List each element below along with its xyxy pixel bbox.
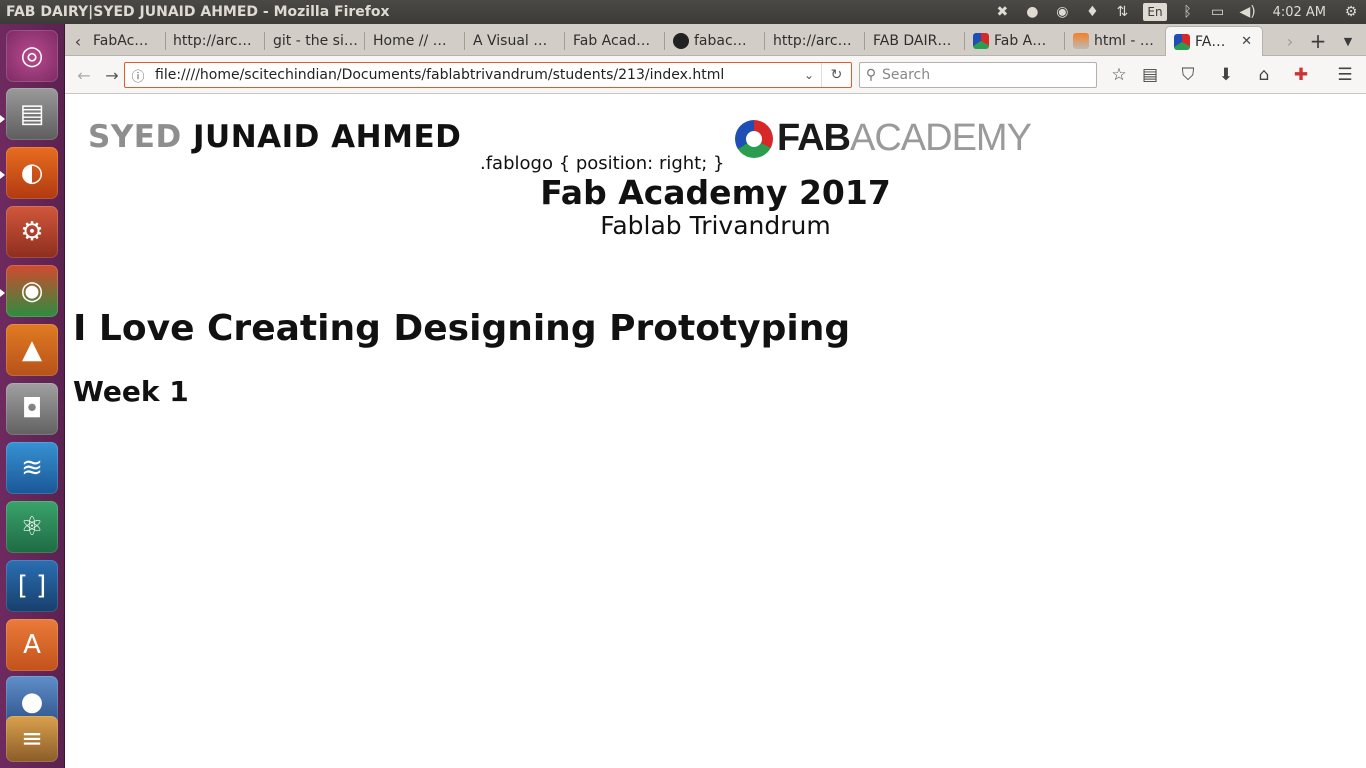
site-info-icon[interactable]: ⓘ xyxy=(125,66,151,85)
tab-label: html - … xyxy=(1094,33,1154,49)
tab-10[interactable]: Fab A… xyxy=(965,26,1063,56)
tab-strip: ‹ FabAc… http://arc… git - the si… Home … xyxy=(65,24,1366,56)
pocket-icon[interactable]: ⛉ xyxy=(1174,62,1202,88)
dropbox-icon[interactable]: ✖ xyxy=(987,0,1017,24)
atom-icon[interactable]: ⚛ xyxy=(6,501,58,553)
files-icon[interactable]: ▤ xyxy=(6,88,58,140)
tab-3[interactable]: git - the si… xyxy=(265,26,363,56)
launcher: ◎ ▤ ◐ ⚙ ◉ ▲ ◘ ≋ ⚛ [ ] A ● ≡ xyxy=(0,24,65,768)
chrome-icon[interactable]: ◉ xyxy=(6,265,58,317)
tab-list-icon[interactable]: ▼ xyxy=(1335,26,1361,56)
downloads-icon[interactable]: ⬇ xyxy=(1212,62,1240,88)
tab-5[interactable]: A Visual … xyxy=(465,26,563,56)
page-content: SYED JUNAID AHMED FAB ACADEMY .fablogo {… xyxy=(65,95,1366,768)
tab-label: FabAc… xyxy=(93,33,149,49)
tabs-scroll-right-icon[interactable]: › xyxy=(1277,26,1303,56)
back-icon[interactable]: ← xyxy=(71,62,97,88)
tab-12-active[interactable]: FA… ✕ xyxy=(1165,26,1263,56)
bluetooth-icon[interactable]: ᛒ xyxy=(1173,0,1203,24)
tab-8[interactable]: http://arc… xyxy=(765,26,863,56)
brackets-icon[interactable]: [ ] xyxy=(6,560,58,612)
stackoverflow-icon xyxy=(1073,33,1089,49)
tab-label: http://arc… xyxy=(773,33,852,49)
logo-fab-text: FAB xyxy=(777,117,851,159)
settings-icon[interactable]: ⚙ xyxy=(1336,0,1366,24)
logo-academy-text: ACADEMY xyxy=(850,117,1032,159)
software-center-icon[interactable]: A xyxy=(6,619,58,671)
tab-4[interactable]: Home // … xyxy=(365,26,463,56)
menu-icon[interactable]: ☰ xyxy=(1331,62,1359,88)
academy-heading: Fab Academy 2017 xyxy=(540,173,891,212)
tab-label: Fab A… xyxy=(994,33,1047,49)
volume-icon[interactable]: ◀) xyxy=(1233,0,1263,24)
tab-label: Home // … xyxy=(373,33,447,49)
lab-heading: Fablab Trivandrum xyxy=(600,211,831,240)
tab-label: A Visual … xyxy=(473,33,548,49)
new-tab-icon[interactable]: + xyxy=(1305,26,1331,56)
fab-academy-emblem-icon xyxy=(735,119,773,158)
bookmark-star-icon[interactable]: ☆ xyxy=(1105,62,1133,88)
tab-label: Fab Acad… xyxy=(573,33,651,49)
navigation-bar: ← → ⓘ file:////home/scitechindian/Docume… xyxy=(65,56,1366,94)
name-first: SYED xyxy=(88,119,182,155)
tab-label: git - the si… xyxy=(273,33,358,49)
network-icon[interactable]: ⇅ xyxy=(1107,0,1137,24)
search-placeholder: Search xyxy=(882,67,931,83)
reader-list-icon[interactable]: ▤ xyxy=(1136,62,1164,88)
fab-academy-logo: FAB ACADEMY xyxy=(735,117,1032,160)
name-last: JUNAID AHMED xyxy=(192,119,462,155)
keyboard-layout-indicator[interactable]: En xyxy=(1143,3,1167,21)
vlc-icon[interactable]: ▲ xyxy=(6,324,58,376)
drop-icon[interactable]: ● xyxy=(1017,0,1047,24)
tab-2[interactable]: http://arc… xyxy=(165,26,263,56)
camera-icon[interactable]: ◘ xyxy=(6,383,58,435)
tagline-heading: I Love Creating Designing Prototyping xyxy=(73,308,851,349)
github-icon xyxy=(673,33,689,49)
reload-icon[interactable]: ↻ xyxy=(821,63,851,87)
page-name-heading: SYED JUNAID AHMED xyxy=(88,119,461,155)
tab-label: http://arc… xyxy=(173,33,252,49)
system-settings-icon[interactable]: ⚙ xyxy=(6,206,58,258)
close-tab-icon[interactable]: ✕ xyxy=(1241,34,1252,49)
tab-7[interactable]: fabac… xyxy=(665,26,763,56)
window-title: FAB DAIRY|SYED JUNAID AHMED - Mozilla Fi… xyxy=(6,4,390,20)
launcher-pip xyxy=(0,171,5,179)
chrome-icon[interactable]: ◉ xyxy=(1047,0,1077,24)
search-input[interactable]: ⚲ Search xyxy=(859,62,1097,88)
firefox-icon[interactable]: ◐ xyxy=(6,147,58,199)
ubuntu-dash-icon[interactable]: ◎ xyxy=(6,30,58,82)
url-input[interactable]: file:////home/scitechindian/Documents/fa… xyxy=(151,67,797,83)
fab-academy-icon xyxy=(1174,33,1190,50)
tab-9[interactable]: FAB DAIR… xyxy=(865,26,963,56)
home-icon[interactable]: ⌂ xyxy=(1250,62,1278,88)
week-heading: Week 1 xyxy=(73,375,189,408)
tab-label: FA… xyxy=(1195,33,1226,50)
stacked-app-icon[interactable]: ≡ xyxy=(6,716,58,762)
mic-icon[interactable]: ♦ xyxy=(1077,0,1107,24)
url-history-dropdown-icon[interactable]: ⌄ xyxy=(797,68,821,82)
extension-icon[interactable]: ✚ xyxy=(1287,62,1315,88)
stray-css-text: .fablogo { position: right; } xyxy=(480,153,725,174)
clock[interactable]: 4:02 AM xyxy=(1263,0,1336,24)
forward-icon[interactable]: → xyxy=(99,62,125,88)
tab-6[interactable]: Fab Acad… xyxy=(565,26,663,56)
launcher-pip xyxy=(0,115,5,123)
url-bar[interactable]: ⓘ file:////home/scitechindian/Documents/… xyxy=(124,62,852,88)
remmina-icon[interactable]: ≋ xyxy=(6,442,58,494)
system-top-bar: FAB DAIRY|SYED JUNAID AHMED - Mozilla Fi… xyxy=(0,0,1366,24)
tab-label: fabac… xyxy=(694,33,747,49)
tab-11[interactable]: html - … xyxy=(1065,26,1163,56)
system-tray: ✖ ● ◉ ♦ ⇅ En ᛒ ▭ ◀) 4:02 AM ⚙ xyxy=(987,0,1366,24)
search-icon: ⚲ xyxy=(865,67,877,83)
tab-label: FAB DAIR… xyxy=(873,33,952,49)
tab-1[interactable]: FabAc… xyxy=(85,26,175,56)
fab-academy-icon xyxy=(973,33,989,49)
launcher-pip xyxy=(0,289,5,297)
battery-icon[interactable]: ▭ xyxy=(1203,0,1233,24)
